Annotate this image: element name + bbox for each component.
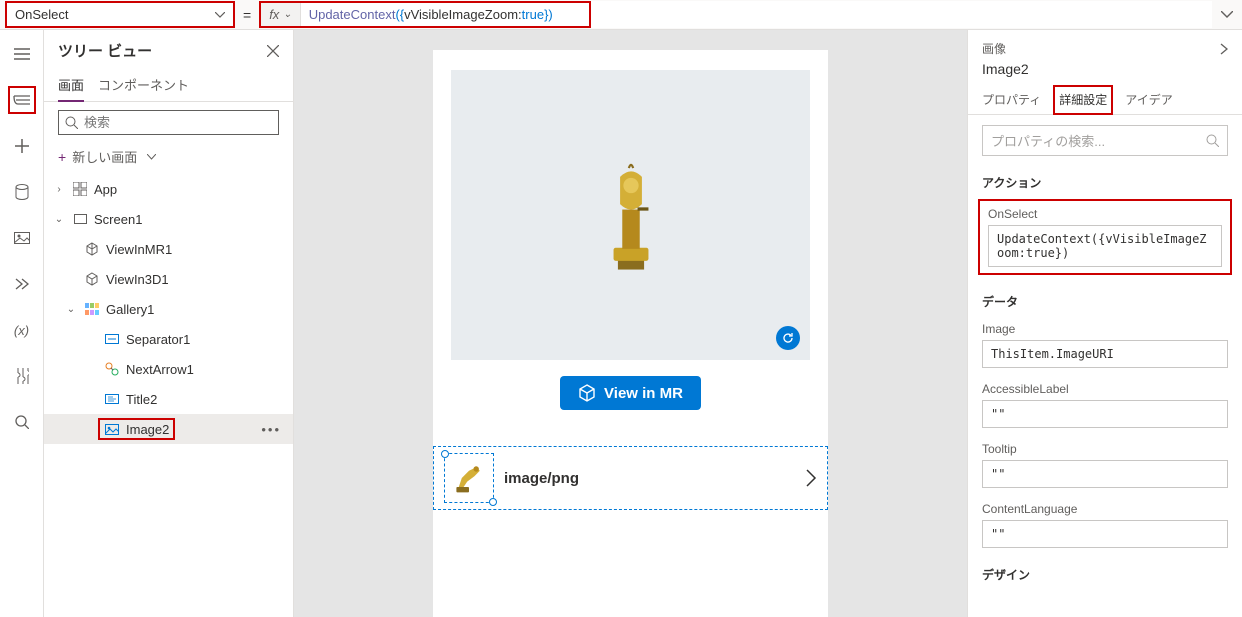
onselect-highlight: OnSelect UpdateContext({vVisibleImageZoo… — [978, 199, 1232, 275]
tree-item-title2[interactable]: Title2 — [44, 384, 293, 414]
tree-item-nextarrow1[interactable]: NextArrow1 — [44, 354, 293, 384]
tree-item-image2[interactable]: Image2 ••• — [44, 414, 293, 444]
insert-icon[interactable] — [8, 132, 36, 160]
new-screen-button[interactable]: + 新しい画面 — [44, 143, 293, 174]
chevron-down-icon: ⌄ — [283, 9, 291, 20]
tree-item-separator1[interactable]: Separator1 — [44, 324, 293, 354]
formula-rest[interactable] — [591, 1, 1212, 28]
properties-panel: 画像 Image2 プロパティ 詳細設定 アイデア プロパティの検索... アク… — [967, 30, 1242, 617]
data-icon[interactable] — [8, 178, 36, 206]
image2-selection[interactable] — [444, 453, 494, 503]
chevron-down-icon: ⌄ — [52, 214, 66, 225]
tree-panel: ツリー ビュー 画面 コンポーネント + 新しい画面 › App ⌄ — [44, 30, 294, 617]
chevron-down-icon — [215, 12, 225, 18]
tab-advanced[interactable]: 詳細設定 — [1053, 85, 1113, 115]
chevron-down-icon: ⌄ — [64, 304, 78, 315]
plus-icon: + — [58, 149, 66, 165]
onselect-label: OnSelect — [988, 207, 1222, 221]
gallery-row-selected[interactable]: image/png — [433, 446, 828, 510]
tree-item-viewin3d[interactable]: ViewIn3D1 — [44, 264, 293, 294]
field-contentlanguage-label: ContentLanguage — [982, 502, 1228, 516]
field-tooltip-value[interactable]: "" — [982, 460, 1228, 488]
view-in-mr-button[interactable]: View in MR — [560, 376, 701, 410]
arrow-icon — [104, 361, 120, 377]
field-image-label: Image — [982, 322, 1228, 336]
tree-search-input[interactable] — [84, 115, 272, 130]
search-icon — [65, 116, 78, 129]
separator-icon — [104, 331, 120, 347]
search-icon[interactable] — [8, 408, 36, 436]
close-icon[interactable] — [267, 45, 279, 57]
robot-thumbnail — [451, 460, 487, 496]
canvas-area: View in MR image/png — [294, 30, 967, 617]
fx-button[interactable]: fx ⌄ — [261, 3, 301, 26]
formula-input[interactable]: UpdateContext({vVisibleImageZoom:true}) — [301, 3, 589, 26]
field-accessiblelabel-label: AccessibleLabel — [982, 382, 1228, 396]
tab-ideas[interactable]: アイデア — [1125, 85, 1172, 114]
tree-item-gallery1[interactable]: ⌄ Gallery1 — [44, 294, 293, 324]
field-tooltip-label: Tooltip — [982, 442, 1228, 456]
refresh-button[interactable] — [776, 326, 800, 350]
gallery-icon — [84, 301, 100, 317]
cube-icon — [84, 271, 100, 287]
mr-icon — [84, 241, 100, 257]
formula-bar: OnSelect = fx ⌄ UpdateContext({vVisibleI… — [0, 0, 1242, 30]
tab-properties[interactable]: プロパティ — [982, 85, 1041, 114]
canvas-screen[interactable]: View in MR image/png — [433, 50, 828, 617]
section-data: データ — [968, 285, 1242, 318]
field-contentlanguage-value[interactable]: "" — [982, 520, 1228, 548]
section-action: アクション — [968, 166, 1242, 199]
row-title: image/png — [504, 470, 795, 487]
section-design: デザイン — [968, 558, 1242, 591]
hero-3d-preview[interactable] — [451, 70, 810, 360]
expand-formula-button[interactable] — [1212, 11, 1242, 19]
tree-search[interactable] — [58, 110, 279, 135]
field-accessiblelabel-value[interactable]: "" — [982, 400, 1228, 428]
field-image-value[interactable]: ThisItem.ImageURI — [982, 340, 1228, 368]
label-icon — [104, 391, 120, 407]
more-icon[interactable]: ••• — [261, 422, 281, 437]
tree-item-screen1[interactable]: ⌄ Screen1 — [44, 204, 293, 234]
power-automate-icon[interactable] — [8, 270, 36, 298]
property-name: OnSelect — [15, 7, 68, 22]
tree-list: › App ⌄ Screen1 ViewInMR1 ViewIn3D1 ⌄ — [44, 174, 293, 617]
chevron-right-icon[interactable] — [1220, 43, 1228, 55]
property-dropdown[interactable]: OnSelect — [5, 1, 235, 28]
left-rail: (x) — [0, 30, 44, 617]
trophy-image — [596, 155, 666, 275]
tree-item-app[interactable]: › App — [44, 174, 293, 204]
chevron-down-icon — [147, 154, 156, 160]
tree-title: ツリー ビュー — [58, 40, 267, 61]
control-type: 画像 — [982, 40, 1220, 57]
cube-icon — [578, 384, 596, 402]
tab-components[interactable]: コンポーネント — [98, 69, 189, 101]
hamburger-icon[interactable] — [8, 40, 36, 68]
variables-icon[interactable]: (x) — [8, 316, 36, 344]
tree-item-viewinmr[interactable]: ViewInMR1 — [44, 234, 293, 264]
tree-view-icon[interactable] — [8, 86, 36, 114]
equals-label: = — [235, 7, 259, 23]
onselect-value[interactable]: UpdateContext({vVisibleImageZoom:true}) — [988, 225, 1222, 267]
app-icon — [72, 181, 88, 197]
property-search[interactable]: プロパティの検索... — [982, 125, 1228, 156]
media-icon[interactable] — [8, 224, 36, 252]
chevron-right-icon[interactable] — [805, 469, 817, 487]
search-icon — [1206, 134, 1219, 147]
screen-icon — [72, 211, 88, 227]
formula-highlight: fx ⌄ UpdateContext({vVisibleImageZoom:tr… — [259, 1, 591, 28]
chevron-right-icon: › — [52, 184, 66, 195]
control-name: Image2 — [968, 61, 1242, 85]
tab-screens[interactable]: 画面 — [58, 69, 84, 102]
tools-icon[interactable] — [8, 362, 36, 390]
image-icon — [104, 421, 120, 437]
